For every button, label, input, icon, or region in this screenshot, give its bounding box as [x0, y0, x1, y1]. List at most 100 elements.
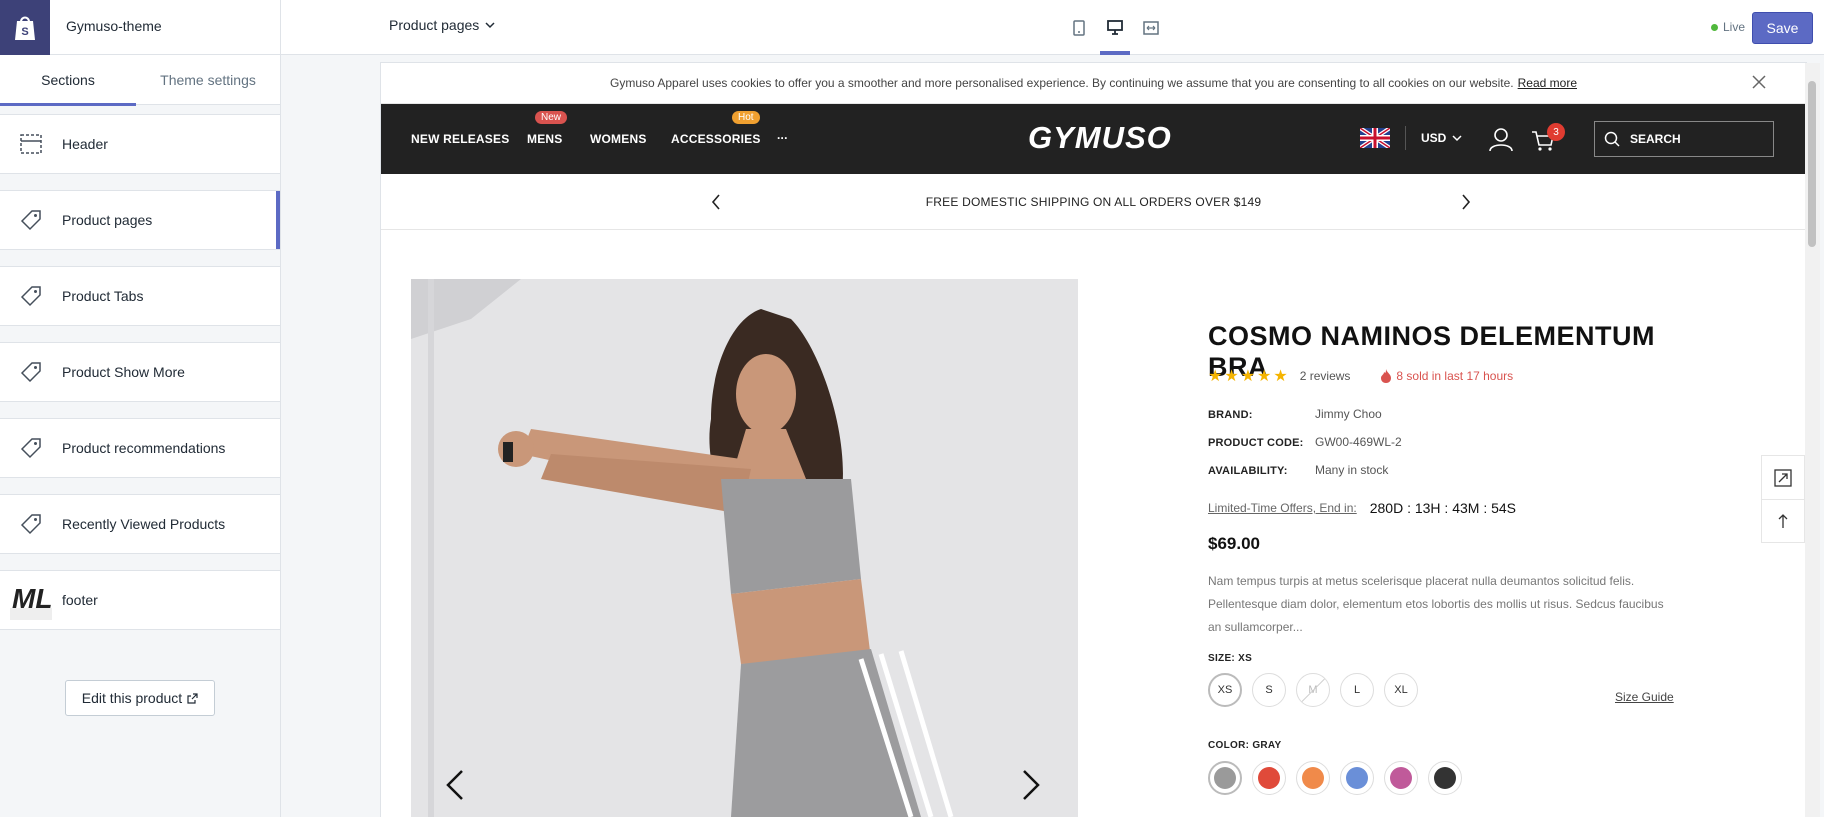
- size-option[interactable]: L: [1340, 673, 1374, 707]
- nav-new-releases[interactable]: NEW RELEASES: [411, 132, 509, 146]
- device-switcher: [1064, 0, 1166, 55]
- desktop-view-button[interactable]: [1100, 0, 1130, 55]
- color-swatch[interactable]: [1428, 761, 1462, 795]
- page-selector[interactable]: Product pages: [389, 17, 495, 33]
- new-badge: New: [535, 111, 568, 124]
- sidebar-item-label: Header: [62, 136, 108, 152]
- spec-key: PRODUCT CODE:: [1208, 437, 1304, 449]
- size-option[interactable]: S: [1252, 673, 1286, 707]
- chevron-down-icon: [485, 21, 495, 28]
- back-to-top-button[interactable]: [1762, 499, 1804, 542]
- live-label: Live: [1723, 20, 1746, 34]
- sidebar-item-label: Product Tabs: [62, 288, 144, 304]
- store-search-input[interactable]: SEARCH: [1594, 121, 1774, 157]
- store-nav: NEW RELEASES New MENS WOMENS Hot ACCESSO…: [381, 104, 1806, 174]
- expand-icon: [1774, 468, 1792, 487]
- sidebar-item-product-recommendations[interactable]: Product recommendations: [0, 418, 280, 478]
- size-guide-link[interactable]: Size Guide: [1615, 690, 1674, 704]
- fullscreen-view-button[interactable]: [1136, 0, 1166, 55]
- sidebar-item-label: Product Show More: [62, 364, 185, 380]
- sidebar-item-footer[interactable]: ML footer: [0, 570, 280, 630]
- sidebar-item-label: Product recommendations: [62, 440, 226, 456]
- swatch-fill: [1346, 767, 1368, 789]
- spec-key: BRAND:: [1208, 409, 1253, 421]
- cookie-banner: Gymuso Apparel uses cookies to offer you…: [381, 63, 1806, 104]
- sold-indicator: 8 sold in last 17 hours: [1380, 368, 1513, 384]
- uk-flag-icon[interactable]: [1360, 128, 1390, 148]
- sections-sidebar: Sections Theme settings Header Product p…: [0, 55, 280, 817]
- gallery-prev-icon[interactable]: [445, 769, 465, 801]
- gallery-next-icon[interactable]: [1021, 769, 1041, 801]
- editor-topbar: S Gymuso-theme Product pages Live Save: [0, 0, 1824, 55]
- color-swatch[interactable]: [1252, 761, 1286, 795]
- page-selector-label: Product pages: [389, 17, 480, 33]
- sidebar-divider: [280, 0, 281, 817]
- cookie-read-more-link[interactable]: Read more: [1518, 76, 1577, 90]
- sidebar-item-header[interactable]: Header: [0, 114, 280, 174]
- save-button[interactable]: Save: [1752, 12, 1813, 44]
- spec-value: GW00-469WL-2: [1315, 435, 1402, 449]
- color-label: COLOR: GRAY: [1208, 740, 1282, 751]
- chevron-left-icon[interactable]: [711, 194, 721, 210]
- svg-text:ML: ML: [12, 583, 52, 614]
- nav-accessories[interactable]: ACCESSORIES: [671, 132, 761, 146]
- expand-button[interactable]: [1762, 456, 1804, 499]
- account-icon[interactable]: [1488, 126, 1514, 152]
- floating-tools: [1761, 455, 1805, 543]
- sidebar-item-label: Product pages: [62, 212, 153, 228]
- mobile-view-button[interactable]: [1064, 0, 1094, 55]
- cart-count-badge: 3: [1547, 123, 1565, 141]
- svg-text:S: S: [21, 26, 28, 38]
- size-option[interactable]: XL: [1384, 673, 1418, 707]
- nav-mens[interactable]: MENS: [527, 132, 562, 146]
- nav-more[interactable]: ...: [777, 128, 788, 142]
- sidebar-item-label: Recently Viewed Products: [62, 516, 226, 532]
- ml-logo-thumb: ML: [10, 583, 52, 620]
- chevron-right-icon[interactable]: [1461, 194, 1471, 210]
- tab-theme-settings[interactable]: Theme settings: [136, 55, 280, 105]
- star-rating-icon: ★★★★★: [1208, 368, 1290, 385]
- offer-timer: 280D : 13H : 43M : 54S: [1369, 500, 1517, 516]
- product-image-gallery[interactable]: [411, 279, 1078, 817]
- swatch-fill: [1214, 767, 1236, 789]
- size-option[interactable]: XS: [1208, 673, 1242, 707]
- reviews-count[interactable]: 2 reviews: [1300, 369, 1351, 383]
- live-dot-icon: [1711, 23, 1718, 31]
- color-swatch[interactable]: [1340, 761, 1374, 795]
- promo-text: FREE DOMESTIC SHIPPING ON ALL ORDERS OVE…: [925, 194, 1262, 209]
- tag-icon: [20, 362, 41, 383]
- close-icon[interactable]: [1752, 75, 1766, 89]
- swatch-fill: [1302, 767, 1324, 789]
- color-swatch[interactable]: [1208, 761, 1242, 795]
- flame-icon: [1381, 369, 1392, 383]
- nav-womens[interactable]: WOMENS: [590, 132, 647, 146]
- preview-scrollbar[interactable]: [1805, 63, 1820, 817]
- scrollbar-thumb[interactable]: [1808, 81, 1816, 247]
- shopify-bag-icon: S: [15, 16, 35, 40]
- sold-text: 8 sold in last 17 hours: [1396, 369, 1514, 383]
- size-option[interactable]: M: [1296, 673, 1330, 707]
- external-link-icon: [187, 692, 198, 704]
- currency-selector[interactable]: USD: [1421, 131, 1462, 145]
- brand-logo[interactable]: GYMUSO: [1028, 120, 1172, 156]
- currency-label: USD: [1421, 131, 1447, 145]
- swatch-fill: [1390, 767, 1412, 789]
- sidebar-item-product-show-more[interactable]: Product Show More: [0, 342, 280, 402]
- product-description: Nam tempus turpis at metus scelerisque p…: [1208, 574, 1664, 634]
- size-options: XS S M L XL: [1208, 673, 1418, 707]
- sidebar-item-product-pages[interactable]: Product pages: [0, 190, 280, 250]
- spec-brand: BRAND: Jimmy Choo: [1208, 407, 1382, 421]
- offer-label: Limited-Time Offers, End in:: [1208, 501, 1357, 515]
- color-swatch[interactable]: [1384, 761, 1418, 795]
- tag-icon: [20, 286, 41, 307]
- edit-product-button[interactable]: Edit this product: [65, 680, 215, 716]
- shopify-logo[interactable]: S: [0, 0, 50, 55]
- color-swatch[interactable]: [1296, 761, 1330, 795]
- search-icon: [1604, 131, 1620, 147]
- tab-sections[interactable]: Sections: [0, 55, 136, 106]
- sidebar-item-product-tabs[interactable]: Product Tabs: [0, 266, 280, 326]
- sidebar-tabs: Sections Theme settings: [0, 55, 280, 106]
- cookie-text: Gymuso Apparel uses cookies to offer you…: [610, 76, 1514, 90]
- header-layout-icon: [20, 134, 42, 154]
- sidebar-item-recently-viewed[interactable]: Recently Viewed Products: [0, 494, 280, 554]
